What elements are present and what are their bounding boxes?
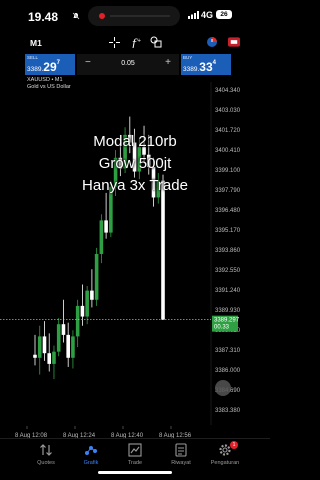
battery-icon: 26 xyxy=(216,10,232,19)
candle-body xyxy=(66,334,70,358)
home-indicator xyxy=(98,471,172,474)
candle-body xyxy=(52,351,56,364)
candle-body xyxy=(71,336,75,358)
y-tick-label: 3392.550 xyxy=(215,268,241,274)
candle-body xyxy=(56,324,61,352)
notification-badge: 1 xyxy=(230,441,238,449)
candle-body xyxy=(94,253,99,300)
one-click-trading-panel: SELL 3389.297 − 0.05 + BUY 3389.334 xyxy=(25,54,231,75)
status-time: 19.48 xyxy=(28,10,59,24)
status-bar: 19.48 4G 26 xyxy=(0,0,270,30)
y-tick-label: 3404.340 xyxy=(215,88,241,94)
buy-button[interactable]: BUY 3389.334 xyxy=(181,54,231,75)
chart-toolbar: M1 f + xyxy=(0,30,270,52)
candle-body xyxy=(161,180,165,320)
candle-body xyxy=(90,290,94,300)
recording-dot-icon xyxy=(99,13,105,19)
crosshair-icon[interactable] xyxy=(108,36,120,48)
lot-size-stepper[interactable]: − 0.05 + xyxy=(77,54,179,75)
candle-body xyxy=(61,324,66,335)
flag-icon[interactable] xyxy=(228,36,240,48)
lot-size-value[interactable]: 0.05 xyxy=(77,60,179,67)
y-tick-label: 3393.860 xyxy=(215,248,241,254)
sell-price: 3389.297 xyxy=(27,60,60,74)
y-tick-label: 3403.030 xyxy=(215,108,241,114)
y-tick-label: 3391.240 xyxy=(215,288,241,294)
candle-body xyxy=(37,336,42,358)
signal-icon xyxy=(188,11,199,19)
history-icon xyxy=(175,443,187,457)
candle-body xyxy=(99,220,104,254)
lot-increase-button[interactable]: + xyxy=(165,57,171,68)
account-clock-icon[interactable] xyxy=(206,36,218,48)
caption-line-3: Hanya 3x Trade xyxy=(82,177,188,194)
y-tick-label: 3389.930 xyxy=(215,308,241,314)
nav-quotes[interactable]: Quotes xyxy=(21,443,71,466)
svg-text:+: + xyxy=(137,38,141,44)
candle-body xyxy=(47,353,52,364)
chart-symbol: XAUUSD • M1 xyxy=(27,77,63,83)
candle-body xyxy=(85,290,89,317)
dynamic-island xyxy=(88,6,180,26)
nav-history[interactable]: Riwayat xyxy=(156,443,206,466)
current-ask-label: 00.33 xyxy=(214,325,230,331)
arrows-updown-icon xyxy=(40,444,52,456)
nav-chart[interactable]: Grafik xyxy=(66,443,116,466)
sell-button[interactable]: SELL 3389.297 xyxy=(25,54,75,75)
caption-line-2: Grow 500jt xyxy=(98,155,172,172)
indicator-icon[interactable]: f + xyxy=(130,36,142,48)
nav-trade[interactable]: Trade xyxy=(110,443,160,466)
buy-price: 3389.334 xyxy=(183,60,216,74)
candle-body xyxy=(104,220,108,233)
scroll-end-button xyxy=(215,380,231,396)
candle-body xyxy=(33,354,37,358)
caption-line-1: Modal 210rb xyxy=(93,133,177,150)
network-type: 4G xyxy=(201,10,214,20)
nav-settings[interactable]: 1 Pengaturan xyxy=(200,441,250,466)
y-tick-label: 3387.310 xyxy=(215,348,241,354)
bell-mute-icon xyxy=(72,12,80,20)
candle-body xyxy=(80,305,85,317)
candle-body xyxy=(42,336,47,354)
current-bid-label: 3389.297 xyxy=(214,318,240,324)
y-tick-label: 3386.000 xyxy=(215,368,241,374)
timeframe-button[interactable]: M1 xyxy=(30,38,42,48)
chart-description: Gold vs US Dollar xyxy=(27,84,71,90)
objects-icon[interactable] xyxy=(150,36,162,48)
y-tick-label: 3383.380 xyxy=(215,408,241,414)
trade-chart-icon xyxy=(128,443,142,457)
y-tick-label: 3396.480 xyxy=(215,208,241,214)
y-tick-label: 3395.170 xyxy=(215,228,241,234)
chart-nodes-icon xyxy=(85,446,97,455)
candle-body xyxy=(75,305,80,337)
